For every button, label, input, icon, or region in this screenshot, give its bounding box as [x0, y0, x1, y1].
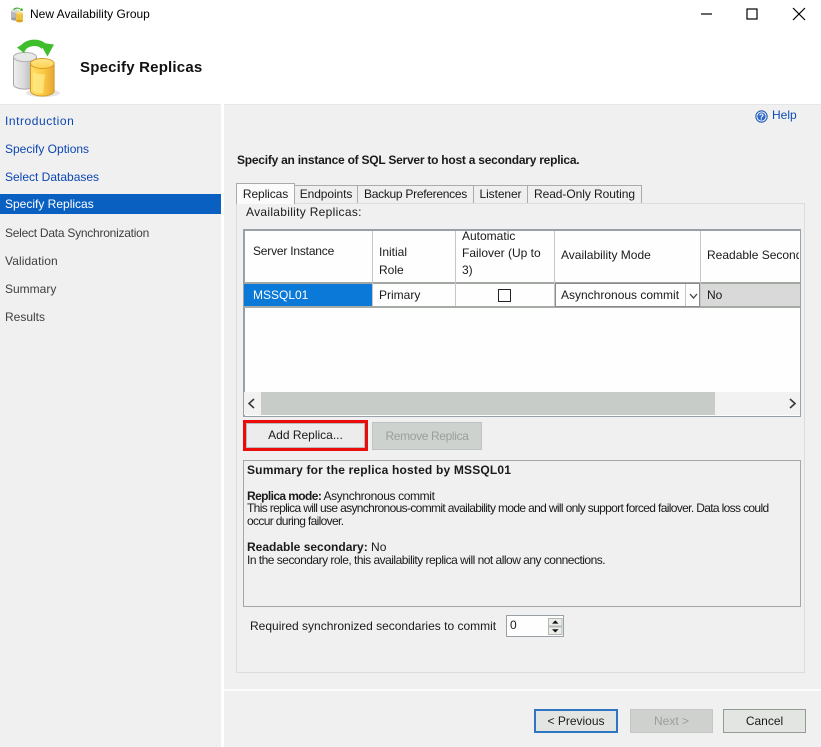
svg-text:?: ? — [759, 111, 764, 121]
